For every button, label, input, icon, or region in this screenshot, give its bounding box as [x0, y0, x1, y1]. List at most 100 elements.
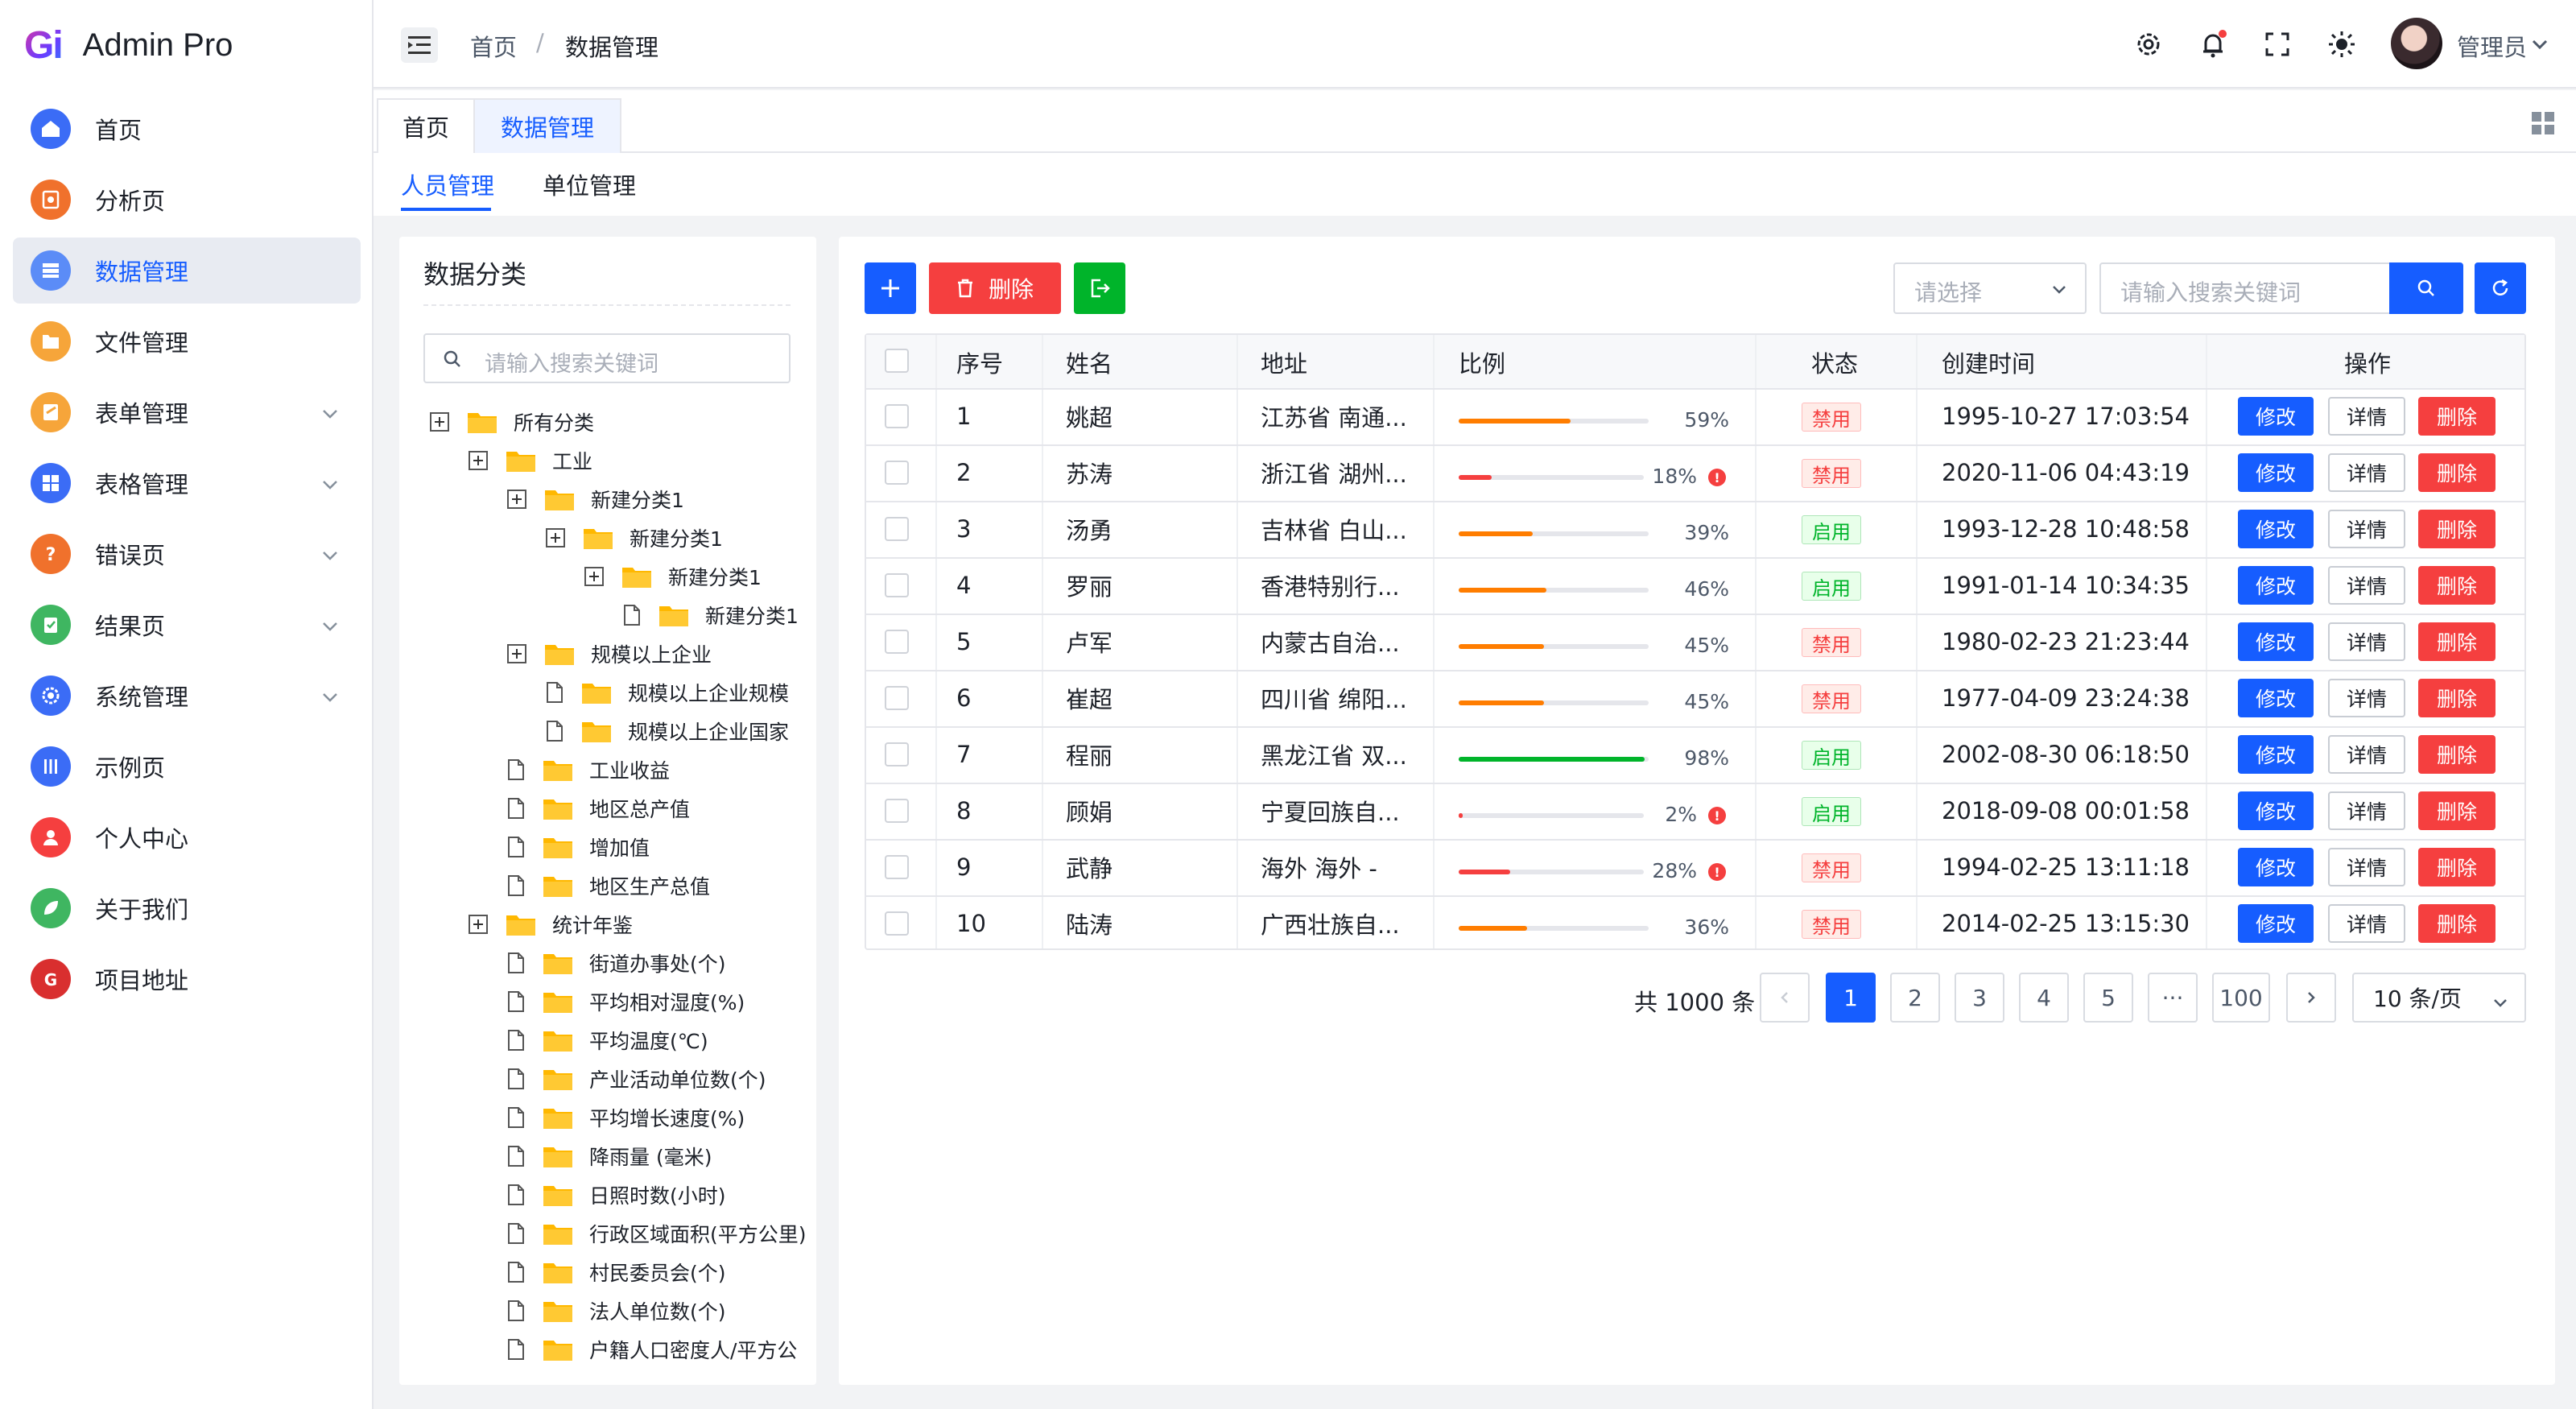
- tab-data-management[interactable]: 数据管理: [473, 98, 621, 153]
- page-button[interactable]: 100: [2212, 973, 2270, 1023]
- sidebar-item[interactable]: 关于我们: [13, 875, 361, 941]
- chevron-down-icon[interactable]: [2531, 35, 2549, 53]
- delete-button[interactable]: 删除: [2418, 453, 2496, 492]
- sidebar-item[interactable]: 个人中心: [13, 804, 361, 870]
- row-checkbox[interactable]: [885, 742, 909, 766]
- tree-node[interactable]: 地区生产总值: [507, 870, 710, 902]
- subtab-personnel[interactable]: 人员管理: [401, 167, 494, 201]
- logo[interactable]: Gi Admin Pro: [0, 0, 372, 90]
- sidebar-item[interactable]: ? 错误页: [13, 521, 361, 587]
- page-button[interactable]: 1: [1826, 973, 1876, 1023]
- edit-button[interactable]: 修改: [2238, 735, 2314, 774]
- row-checkbox[interactable]: [885, 461, 909, 485]
- delete-button[interactable]: 删除: [2418, 679, 2496, 717]
- bell-icon[interactable]: [2198, 29, 2228, 60]
- tree-node[interactable]: 新建分类1: [584, 560, 762, 593]
- tree-node[interactable]: 降雨量 (毫米): [507, 1140, 712, 1172]
- row-checkbox[interactable]: [885, 404, 909, 428]
- sidebar-item[interactable]: 系统管理: [13, 663, 361, 729]
- detail-button[interactable]: 详情: [2328, 453, 2405, 492]
- tree-node[interactable]: 法人单位数(个): [507, 1295, 726, 1327]
- row-checkbox[interactable]: [885, 799, 909, 823]
- sidebar-item[interactable]: 数据管理: [13, 238, 361, 304]
- page-button[interactable]: ···: [2148, 973, 2198, 1023]
- detail-button[interactable]: 详情: [2328, 735, 2405, 774]
- sidebar-item[interactable]: G 项目地址: [13, 946, 361, 1012]
- row-checkbox[interactable]: [885, 686, 909, 710]
- user-name[interactable]: 管理员: [2457, 29, 2527, 63]
- row-checkbox[interactable]: [885, 855, 909, 879]
- tree-node[interactable]: 村民委员会(个): [507, 1256, 726, 1288]
- edit-button[interactable]: 修改: [2238, 510, 2314, 548]
- sidebar-item[interactable]: 文件管理: [13, 308, 361, 374]
- tree-node[interactable]: 平均相对湿度(%): [507, 985, 745, 1018]
- tree-node[interactable]: 所有分类: [430, 406, 594, 438]
- expand-icon[interactable]: [507, 644, 526, 663]
- search-button[interactable]: [2389, 262, 2463, 314]
- tree-node[interactable]: 平均增长速度(%): [507, 1101, 745, 1134]
- delete-button[interactable]: 删除: [2418, 566, 2496, 605]
- menu-collapse-button[interactable]: [401, 27, 438, 63]
- tree-node[interactable]: 新建分类1: [546, 522, 723, 554]
- grid-menu-icon[interactable]: [2531, 111, 2555, 135]
- delete-button[interactable]: 删除: [2418, 622, 2496, 661]
- detail-button[interactable]: 详情: [2328, 397, 2405, 436]
- edit-button[interactable]: 修改: [2238, 848, 2314, 886]
- next-page-button[interactable]: [2286, 973, 2336, 1023]
- delete-button[interactable]: 删除: [2418, 904, 2496, 943]
- tree-node[interactable]: 日照时数(小时): [507, 1179, 726, 1211]
- sidebar-item[interactable]: 结果页: [13, 592, 361, 658]
- tree-node[interactable]: 街道办事处(个): [507, 947, 726, 979]
- sidebar-item[interactable]: 表单管理: [13, 379, 361, 445]
- tree-node[interactable]: 统计年鉴: [469, 908, 633, 940]
- detail-button[interactable]: 详情: [2328, 791, 2405, 830]
- page-button[interactable]: 2: [1890, 973, 1940, 1023]
- tree-node[interactable]: 平均温度(℃): [507, 1024, 708, 1056]
- tree-node[interactable]: 规模以上企业国家: [546, 715, 789, 747]
- delete-button[interactable]: 删除: [2418, 510, 2496, 548]
- delete-button[interactable]: 删除: [2418, 848, 2496, 886]
- row-checkbox[interactable]: [885, 630, 909, 654]
- sidebar-item[interactable]: 示例页: [13, 733, 361, 800]
- status-select[interactable]: 请选择: [1893, 262, 2087, 314]
- sidebar-item[interactable]: 首页: [13, 96, 361, 162]
- select-all-checkbox[interactable]: [885, 349, 909, 373]
- refresh-button[interactable]: [2475, 262, 2526, 314]
- expand-icon[interactable]: [469, 451, 488, 470]
- fullscreen-icon[interactable]: [2262, 29, 2293, 60]
- tab-home[interactable]: 首页: [377, 98, 475, 153]
- page-button[interactable]: 3: [1955, 973, 2004, 1023]
- batch-delete-button[interactable]: 删除: [929, 262, 1061, 314]
- tree-node[interactable]: 增加值: [507, 831, 650, 863]
- edit-button[interactable]: 修改: [2238, 904, 2314, 943]
- page-button[interactable]: 4: [2019, 973, 2069, 1023]
- edit-button[interactable]: 修改: [2238, 622, 2314, 661]
- detail-button[interactable]: 详情: [2328, 510, 2405, 548]
- detail-button[interactable]: 详情: [2328, 904, 2405, 943]
- edit-button[interactable]: 修改: [2238, 791, 2314, 830]
- row-checkbox[interactable]: [885, 517, 909, 541]
- tree-node[interactable]: 新建分类1: [623, 599, 799, 631]
- row-checkbox[interactable]: [885, 573, 909, 597]
- page-size-select[interactable]: 10 条/页: [2352, 973, 2526, 1023]
- expand-icon[interactable]: [430, 412, 449, 432]
- tree-node[interactable]: 规模以上企业: [507, 638, 712, 670]
- avatar[interactable]: [2391, 18, 2442, 69]
- prev-page-button[interactable]: [1760, 973, 1810, 1023]
- detail-button[interactable]: 详情: [2328, 622, 2405, 661]
- tree-node[interactable]: 工业收益: [507, 754, 670, 786]
- tree-node[interactable]: 规模以上企业规模: [546, 676, 789, 709]
- expand-icon[interactable]: [469, 915, 488, 934]
- sidebar-item[interactable]: 分析页: [13, 167, 361, 233]
- expand-icon[interactable]: [507, 490, 526, 509]
- tree-node[interactable]: 产业活动单位数(个): [507, 1063, 766, 1095]
- edit-button[interactable]: 修改: [2238, 397, 2314, 436]
- settings-icon[interactable]: [2133, 29, 2164, 60]
- delete-button[interactable]: 删除: [2418, 735, 2496, 774]
- export-button[interactable]: [1074, 262, 1125, 314]
- detail-button[interactable]: 详情: [2328, 679, 2405, 717]
- delete-button[interactable]: 删除: [2418, 791, 2496, 830]
- edit-button[interactable]: 修改: [2238, 453, 2314, 492]
- detail-button[interactable]: 详情: [2328, 848, 2405, 886]
- sidebar-item[interactable]: 表格管理: [13, 450, 361, 516]
